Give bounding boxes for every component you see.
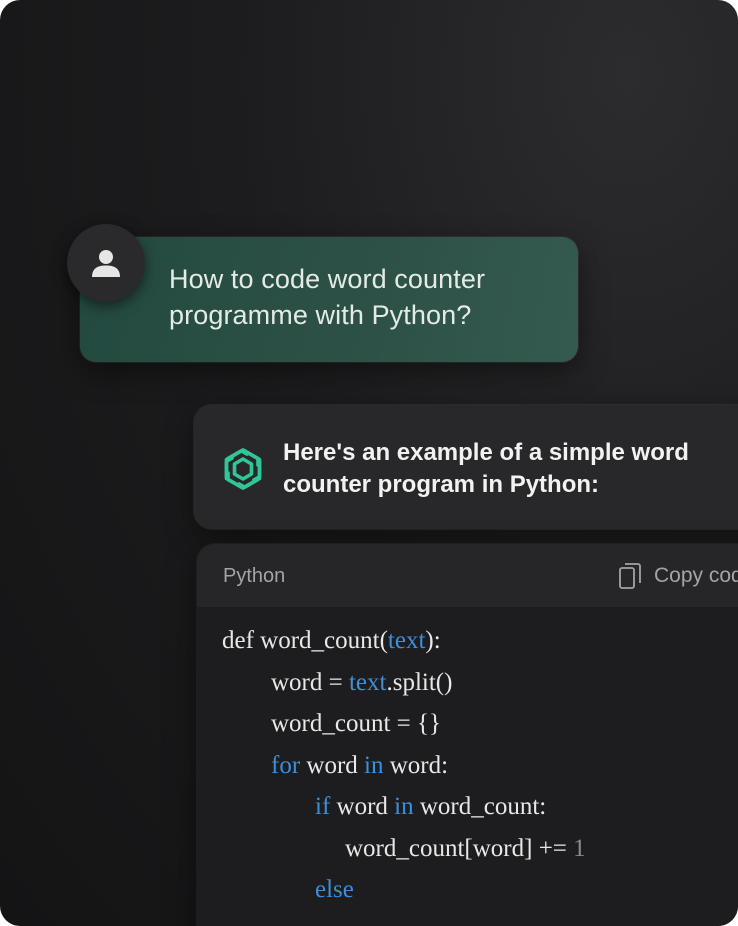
code-token: else: [315, 876, 354, 903]
code-token: for: [271, 751, 301, 779]
code-line: for word in word:: [222, 745, 738, 787]
code-token: word_count[word] +=: [345, 834, 574, 862]
code-token: word: [330, 793, 395, 820]
code-token: def word_count(: [222, 627, 388, 654]
code-token: text: [348, 668, 387, 696]
copy-code-label: Copy code: [654, 564, 738, 587]
code-line: def word_count(text):: [222, 620, 738, 662]
code-token: word_count:: [413, 793, 547, 820]
user-avatar: [67, 224, 145, 302]
code-token: .split(): [386, 668, 453, 696]
code-line: else: [222, 869, 738, 911]
assistant-message-text: Here's an example of a simple word count…: [283, 439, 689, 498]
code-token: word:: [383, 751, 449, 779]
code-line: if word in word_count:: [222, 786, 738, 828]
assistant-message-bubble: Here's an example of a simple word count…: [194, 405, 738, 529]
code-block-header: Python Copy code: [197, 544, 738, 607]
copy-icon: [619, 563, 641, 589]
user-silhouette-icon: [92, 250, 120, 277]
code-token: in: [394, 793, 414, 820]
code-token: ):: [425, 627, 441, 654]
user-message-text: How to code word counter programme with …: [169, 264, 486, 330]
code-line: word_count = {}: [222, 703, 738, 745]
chat-window: How to code word counter programme with …: [0, 0, 738, 926]
code-block: Python Copy code def word_count(text):wo…: [197, 544, 738, 926]
code-body: def word_count(text): word = text.split()…: [222, 620, 738, 911]
code-token: 1: [573, 834, 586, 862]
user-message-bubble: How to code word counter programme with …: [80, 237, 578, 362]
code-line: word_count[word] += 1: [222, 828, 738, 870]
code-token: text: [387, 627, 426, 654]
code-language-label: Python: [223, 565, 286, 587]
code-token: in: [364, 751, 384, 779]
code-token: word =: [271, 668, 349, 696]
assistant-logo-icon: [224, 448, 262, 490]
code-line: word = text.split(): [222, 662, 738, 704]
code-token: if: [315, 793, 331, 820]
copy-code-button[interactable]: Copy code: [618, 562, 738, 590]
code-token: word_count = {}: [271, 710, 442, 737]
code-token: word: [300, 751, 365, 779]
